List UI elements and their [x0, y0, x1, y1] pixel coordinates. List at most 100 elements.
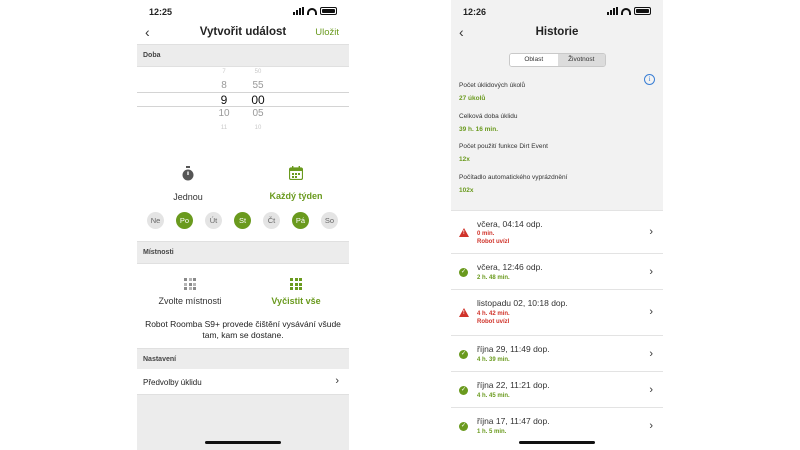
- cleaning-preferences-label: Předvolby úklidu: [143, 378, 202, 387]
- minute-option[interactable]: 05: [243, 107, 273, 121]
- nav-bar: ‹ Vytvořit událost Uložit: [137, 22, 349, 44]
- stat-dirt-event: Počet použití funkce Dirt Event 12x: [459, 143, 548, 163]
- room-grid-icon: [184, 278, 196, 290]
- check-circle-icon: ✓: [459, 386, 468, 395]
- stat-total-time: Celková doba úklidu 39 h. 16 min.: [459, 113, 518, 133]
- history-row[interactable]: ✓ října 22, 11:21 dop. 4 h. 45 min. ›: [451, 371, 663, 407]
- status-bar: 12:25: [137, 0, 349, 22]
- room-grid-filled-icon: [290, 278, 302, 290]
- weekday-selector: Ne Po Út St Čt Pá So: [147, 212, 338, 229]
- day-toggle-ct[interactable]: Čt: [263, 212, 280, 229]
- history-date: listopadu 02, 10:18 dop.: [477, 298, 568, 308]
- battery-icon: [634, 7, 651, 15]
- history-error: Robot uvízl: [477, 239, 510, 245]
- section-header-doba: Doba: [137, 44, 349, 67]
- history-duration: 4 h. 42 min.: [477, 311, 510, 317]
- hour-option[interactable]: 11: [209, 121, 239, 135]
- hour-option[interactable]: 8: [209, 79, 239, 93]
- minute-wheel[interactable]: 50 55 00 05 10: [243, 65, 273, 135]
- status-icons: [607, 7, 651, 15]
- hour-option[interactable]: 7: [209, 65, 239, 79]
- day-toggle-so[interactable]: So: [321, 212, 338, 229]
- status-icons: [293, 7, 337, 15]
- home-indicator: [519, 441, 595, 444]
- day-toggle-st[interactable]: St: [234, 212, 251, 229]
- history-date: října 22, 11:21 dop.: [477, 380, 550, 390]
- chevron-right-icon: ›: [649, 306, 653, 318]
- check-circle-icon: ✓: [459, 422, 468, 431]
- check-circle-icon: ✓: [459, 268, 468, 277]
- warning-icon: !: [459, 308, 469, 317]
- nav-bar: ‹ Historie: [451, 22, 663, 44]
- battery-icon: [320, 7, 337, 15]
- minute-option[interactable]: 50: [243, 65, 273, 79]
- status-time: 12:25: [149, 7, 173, 17]
- stat-task-count: Počet úklidových úkolů 27 úkolů: [459, 82, 525, 102]
- cleaning-preferences-row[interactable]: Předvolby úklidu ›: [137, 369, 349, 395]
- stat-value: 27 úkolů: [459, 95, 486, 102]
- history-date: října 29, 11:49 dop.: [477, 344, 550, 354]
- wifi-icon: [621, 7, 631, 15]
- minute-option[interactable]: 55: [243, 79, 273, 93]
- hour-selected[interactable]: 9: [209, 93, 239, 107]
- choose-rooms-option[interactable]: Zvolte místnosti: [145, 278, 235, 306]
- stopwatch-icon: [182, 166, 194, 181]
- history-date: října 17, 11:47 dop.: [477, 416, 550, 426]
- clean-all-option[interactable]: Vyčistit vše: [251, 278, 341, 306]
- info-icon[interactable]: i: [644, 74, 655, 85]
- history-duration: 1 h. 5 min.: [477, 429, 507, 435]
- stat-label: Celková doba úklidu: [459, 113, 518, 120]
- history-row[interactable]: ! listopadu 02, 10:18 dop. 4 h. 42 min. …: [451, 289, 663, 335]
- chevron-right-icon: ›: [335, 375, 339, 387]
- day-toggle-ne[interactable]: Ne: [147, 212, 164, 229]
- home-indicator: [205, 441, 281, 444]
- clean-all-label: Vyčistit vše: [271, 296, 321, 306]
- status-bar: 12:26: [451, 0, 663, 22]
- history-row[interactable]: ✓ října 29, 11:49 dop. 4 h. 39 min. ›: [451, 335, 663, 371]
- minute-option[interactable]: 10: [243, 121, 273, 135]
- section-header-mistnosti: Místnosti: [137, 241, 349, 264]
- stat-auto-empty: Počítadlo automatického vyprázdnění 102x: [459, 174, 567, 194]
- repeat-once-option[interactable]: Jednou: [143, 166, 233, 202]
- chevron-right-icon: ›: [649, 266, 653, 278]
- check-circle-icon: ✓: [459, 350, 468, 359]
- history-duration: 4 h. 45 min.: [477, 393, 510, 399]
- room-options: Zvolte místnosti Vyčistit vše: [137, 278, 349, 312]
- hour-option[interactable]: 10: [209, 107, 239, 121]
- signal-icon: [607, 7, 618, 15]
- history-error: Robot uvízl: [477, 319, 510, 325]
- tab-zivotnost[interactable]: Životnost: [557, 54, 605, 66]
- chevron-right-icon: ›: [649, 348, 653, 360]
- signal-icon: [293, 7, 304, 15]
- calendar-icon: [288, 166, 304, 181]
- choose-rooms-label: Zvolte místnosti: [158, 296, 222, 306]
- day-toggle-pa[interactable]: Pá: [292, 212, 309, 229]
- history-duration: 2 h. 48 min.: [477, 275, 510, 281]
- stat-label: Počítadlo automatického vyprázdnění: [459, 174, 568, 181]
- history-duration: 4 h. 39 min.: [477, 357, 510, 363]
- wifi-icon: [307, 7, 317, 15]
- day-toggle-ut[interactable]: Út: [205, 212, 222, 229]
- stat-value: 39 h. 16 min.: [459, 126, 499, 133]
- history-row[interactable]: ✓ včera, 12:46 odp. 2 h. 48 min. ›: [451, 253, 663, 289]
- minute-selected[interactable]: 00: [243, 93, 273, 107]
- history-screen: 12:26 ‹ Historie Oblast Životnost i Poče…: [451, 0, 663, 450]
- history-date: včera, 04:14 odp.: [477, 219, 543, 229]
- cleaning-description: Robot Roomba S9+ provede čištění vysáván…: [145, 319, 341, 340]
- status-time: 12:26: [463, 7, 487, 17]
- day-toggle-po[interactable]: Po: [176, 212, 193, 229]
- warning-icon: !: [459, 228, 469, 237]
- history-row[interactable]: ! včera, 04:14 odp. 0 min. Robot uvízl ›: [451, 210, 663, 253]
- tab-oblast[interactable]: Oblast: [510, 54, 558, 66]
- time-picker[interactable]: 7 8 9 10 11 50 55 00 05 10: [137, 65, 349, 133]
- section-header-nastaveni: Nastavení: [137, 348, 349, 371]
- save-button[interactable]: Uložit: [315, 27, 339, 38]
- chevron-right-icon: ›: [649, 384, 653, 396]
- repeat-options: Jednou Každý týden: [137, 166, 349, 206]
- stat-label: Počet použití funkce Dirt Event: [459, 143, 548, 150]
- hour-wheel[interactable]: 7 8 9 10 11: [209, 65, 239, 135]
- repeat-weekly-option[interactable]: Každý týden: [251, 166, 341, 201]
- history-duration: 0 min.: [477, 231, 495, 237]
- page-title: Historie: [535, 26, 579, 38]
- chevron-right-icon: ›: [649, 420, 653, 432]
